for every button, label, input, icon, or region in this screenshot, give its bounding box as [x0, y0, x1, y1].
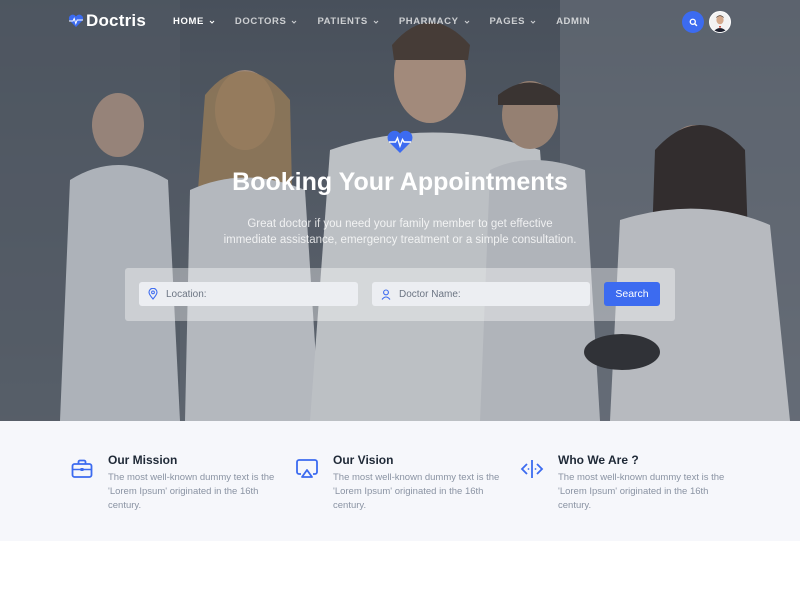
hero-overlay [0, 0, 800, 421]
feature-text: The most well-known dummy text is the 'L… [333, 472, 500, 511]
feature-text: The most well-known dummy text is the 'L… [558, 472, 725, 511]
feature-title: Our Mission [108, 453, 178, 467]
avatar-photo [710, 12, 730, 32]
location-field[interactable] [139, 282, 358, 306]
feature-text: The most well-known dummy text is the 'L… [108, 472, 275, 511]
brand-logo[interactable]: Doctris [68, 11, 146, 31]
code-icon [520, 460, 544, 478]
nav-item-admin[interactable]: ADMIN [556, 16, 590, 27]
briefcase-icon [71, 459, 93, 478]
location-input[interactable] [166, 288, 326, 300]
user-icon [381, 288, 391, 300]
nav-item-label: PAGES [489, 16, 526, 27]
chevron-down-icon [530, 20, 536, 24]
brand-name: Doctris [86, 11, 146, 30]
nav-item-label: HOME [173, 16, 204, 27]
chevron-down-icon [464, 20, 469, 24]
nav-item-home[interactable]: HOME [173, 16, 215, 27]
feature-title: Our Vision [333, 453, 394, 467]
search-icon [689, 18, 697, 26]
nav-item-patients[interactable]: PATIENTS [317, 16, 379, 27]
nav-item-label: DOCTORS [234, 16, 287, 27]
nav-item-label: ADMIN [556, 16, 591, 27]
hero-title: Booking Your Appointments [232, 168, 568, 196]
chevron-down-icon [209, 20, 215, 24]
hero-subtitle: Great doctor if you need your family mem… [223, 218, 577, 246]
nav-item-label: PHARMACY [398, 16, 459, 27]
feature-title: Who We Are ? [558, 453, 639, 467]
nav-item-doctors[interactable]: DOCTORS [235, 16, 298, 27]
main-nav: HOME DOCTORS PATIENTS PHARMACY PAGES ADM… [173, 16, 610, 27]
top-navbar: Doctris HOME DOCTORS PATIENTS PHARMACY P… [0, 0, 800, 42]
header-search-button[interactable] [682, 11, 704, 33]
user-avatar[interactable] [709, 11, 731, 33]
doctor-name-field[interactable] [372, 282, 590, 306]
airplay-icon [296, 459, 318, 478]
heart-pulse-icon [68, 14, 84, 27]
hero-section: Doctris HOME DOCTORS PATIENTS PHARMACY P… [0, 0, 800, 421]
chevron-down-icon [373, 20, 379, 24]
search-button[interactable]: Search [604, 282, 660, 306]
heart-pulse-icon [387, 130, 413, 153]
nav-item-pages[interactable]: PAGES [490, 16, 537, 27]
nav-item-label: PATIENTS [317, 16, 368, 27]
appointment-search-panel: Search [125, 268, 675, 321]
chevron-down-icon [292, 20, 297, 24]
map-pin-icon [148, 288, 158, 300]
nav-item-pharmacy[interactable]: PHARMACY [399, 16, 470, 27]
features-section: Our Mission The most well-known dummy te… [0, 421, 800, 541]
doctor-name-input[interactable] [399, 288, 559, 300]
